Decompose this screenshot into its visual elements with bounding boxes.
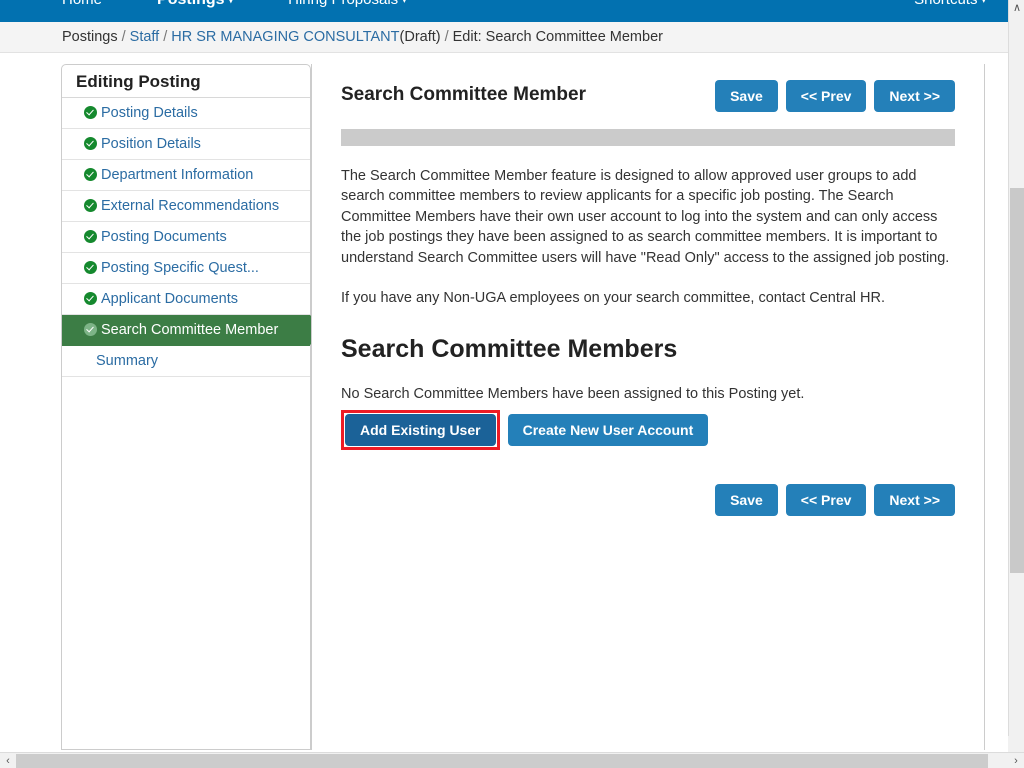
sidebar-item-label: Search Committee Member [101,322,279,338]
chevron-down-icon: ▾ [229,0,234,5]
chevron-down-icon: ▾ [402,0,407,6]
bottom-button-group: Save << Prev Next >> [341,484,955,517]
breadcrumb-item-postings: Postings [62,29,118,45]
top-button-group: Save << Prev Next >> [715,80,955,112]
horizontal-scrollbar-thumb[interactable] [16,754,988,768]
nav-item-postings[interactable]: Postings ▾ [157,0,233,22]
breadcrumb-bar: Postings / Staff / HR SR MANAGING CONSULTANT… [0,22,1008,53]
breadcrumb-item-staff[interactable]: Staff [130,29,160,45]
breadcrumb-item-current: Edit: Search Committee Member [452,29,663,45]
sidebar-item-posting-documents[interactable]: Posting Documents [62,222,310,253]
sidebar-item-label: Department Information [101,167,254,183]
browser-viewport: Home Postings ▾ Hiring Proposals ▾ Shortcu… [0,0,1024,768]
main-content-panel: Search Committee Member Save << Prev Nex… [311,64,985,750]
section-title-search-committee-members: Search Committee Members [341,335,678,364]
scroll-left-arrow-icon[interactable]: ‹ [0,753,16,768]
vertical-scrollbar-thumb[interactable] [1010,188,1024,573]
scroll-up-arrow-icon[interactable]: ∧ [1009,0,1024,16]
breadcrumb-separator: / [444,29,449,45]
breadcrumb-separator: / [121,29,126,45]
sidebar-item-label: Summary [96,353,159,369]
sidebar-item-label: External Recommendations [101,198,280,214]
check-circle-icon [84,168,97,181]
sidebar-item-label: Applicant Documents [101,291,239,307]
sidebar-item-applicant-documents[interactable]: Applicant Documents [62,284,310,315]
check-circle-icon [84,261,97,274]
horizontal-scrollbar[interactable]: ‹ › [0,752,1024,768]
save-button-bottom[interactable]: Save [715,484,778,517]
sidebar-item-posting-details[interactable]: Posting Details [62,98,310,129]
nav-item-shortcuts[interactable]: Shortcuts ▾ [914,0,986,22]
next-button-bottom[interactable]: Next >> [874,484,955,517]
nav-item-hiring-proposals[interactable]: Hiring Proposals ▾ [288,0,407,22]
editing-posting-sidebar: Editing Posting Posting Details Position… [61,64,326,750]
add-existing-user-button[interactable]: Add Existing User [345,414,496,447]
check-circle-icon [84,323,97,336]
check-circle-icon [84,199,97,212]
sidebar-item-label: Position Details [101,136,201,152]
next-button-top[interactable]: Next >> [874,80,955,112]
member-action-button-group: Add Existing User Create New User Accoun… [341,410,955,451]
prev-button-bottom[interactable]: << Prev [785,484,867,517]
check-circle-icon [84,230,97,243]
nav-item-shortcuts-label: Shortcuts [914,0,977,8]
sidebar-title: Editing Posting [62,65,310,98]
chevron-down-icon: ▾ [981,0,986,6]
empty-state-message: No Search Committee Members have been as… [341,386,805,403]
sidebar-item-summary[interactable]: Summary [62,346,310,377]
check-circle-icon [84,292,97,305]
sidebar-item-external-recommendations[interactable]: External Recommendations [62,191,310,222]
scrollbar-corner [1008,736,1024,752]
breadcrumb: Postings / Staff / HR SR MANAGING CONSULTANT… [62,29,663,45]
prev-button-top[interactable]: << Prev [785,80,867,112]
progress-placeholder-bar [341,129,955,146]
vertical-scrollbar[interactable]: ∧ ∨ [1008,0,1024,752]
nav-item-home[interactable]: Home [62,0,102,22]
check-circle-icon [84,137,97,150]
sidebar-item-position-details[interactable]: Position Details [62,129,310,160]
sidebar-item-label: Posting Specific Quest... [101,260,259,276]
nav-item-postings-label: Postings [157,0,225,8]
scroll-right-arrow-icon[interactable]: › [1008,753,1024,768]
breadcrumb-item-posting-title[interactable]: HR SR MANAGING CONSULTANT [171,29,399,45]
save-button-top[interactable]: Save [715,80,778,112]
sidebar-item-posting-specific-questions[interactable]: Posting Specific Quest... [62,253,310,284]
top-navigation-bar: Home Postings ▾ Hiring Proposals ▾ Shortcu… [0,0,1008,22]
sidebar-item-label: Posting Documents [101,229,227,245]
breadcrumb-separator: / [163,29,168,45]
nav-item-hiring-proposals-label: Hiring Proposals [288,0,398,8]
sidebar-item-search-committee-member[interactable]: Search Committee Member [62,315,326,346]
add-existing-user-highlight: Add Existing User [341,410,500,451]
non-uga-note-paragraph: If you have any Non-UGA employees on you… [341,290,885,307]
nav-item-home-label: Home [62,0,102,8]
sidebar-item-label: Posting Details [101,105,198,121]
create-new-user-account-button[interactable]: Create New User Account [507,414,709,447]
sidebar-item-department-information[interactable]: Department Information [62,160,310,191]
breadcrumb-posting-status: (Draft) [399,29,441,45]
page-title: Search Committee Member [341,84,586,105]
feature-description-paragraph: The Search Committee Member feature is d… [341,168,950,266]
main-header-row: Search Committee Member Save << Prev Nex… [341,64,955,112]
check-circle-icon [84,106,97,119]
